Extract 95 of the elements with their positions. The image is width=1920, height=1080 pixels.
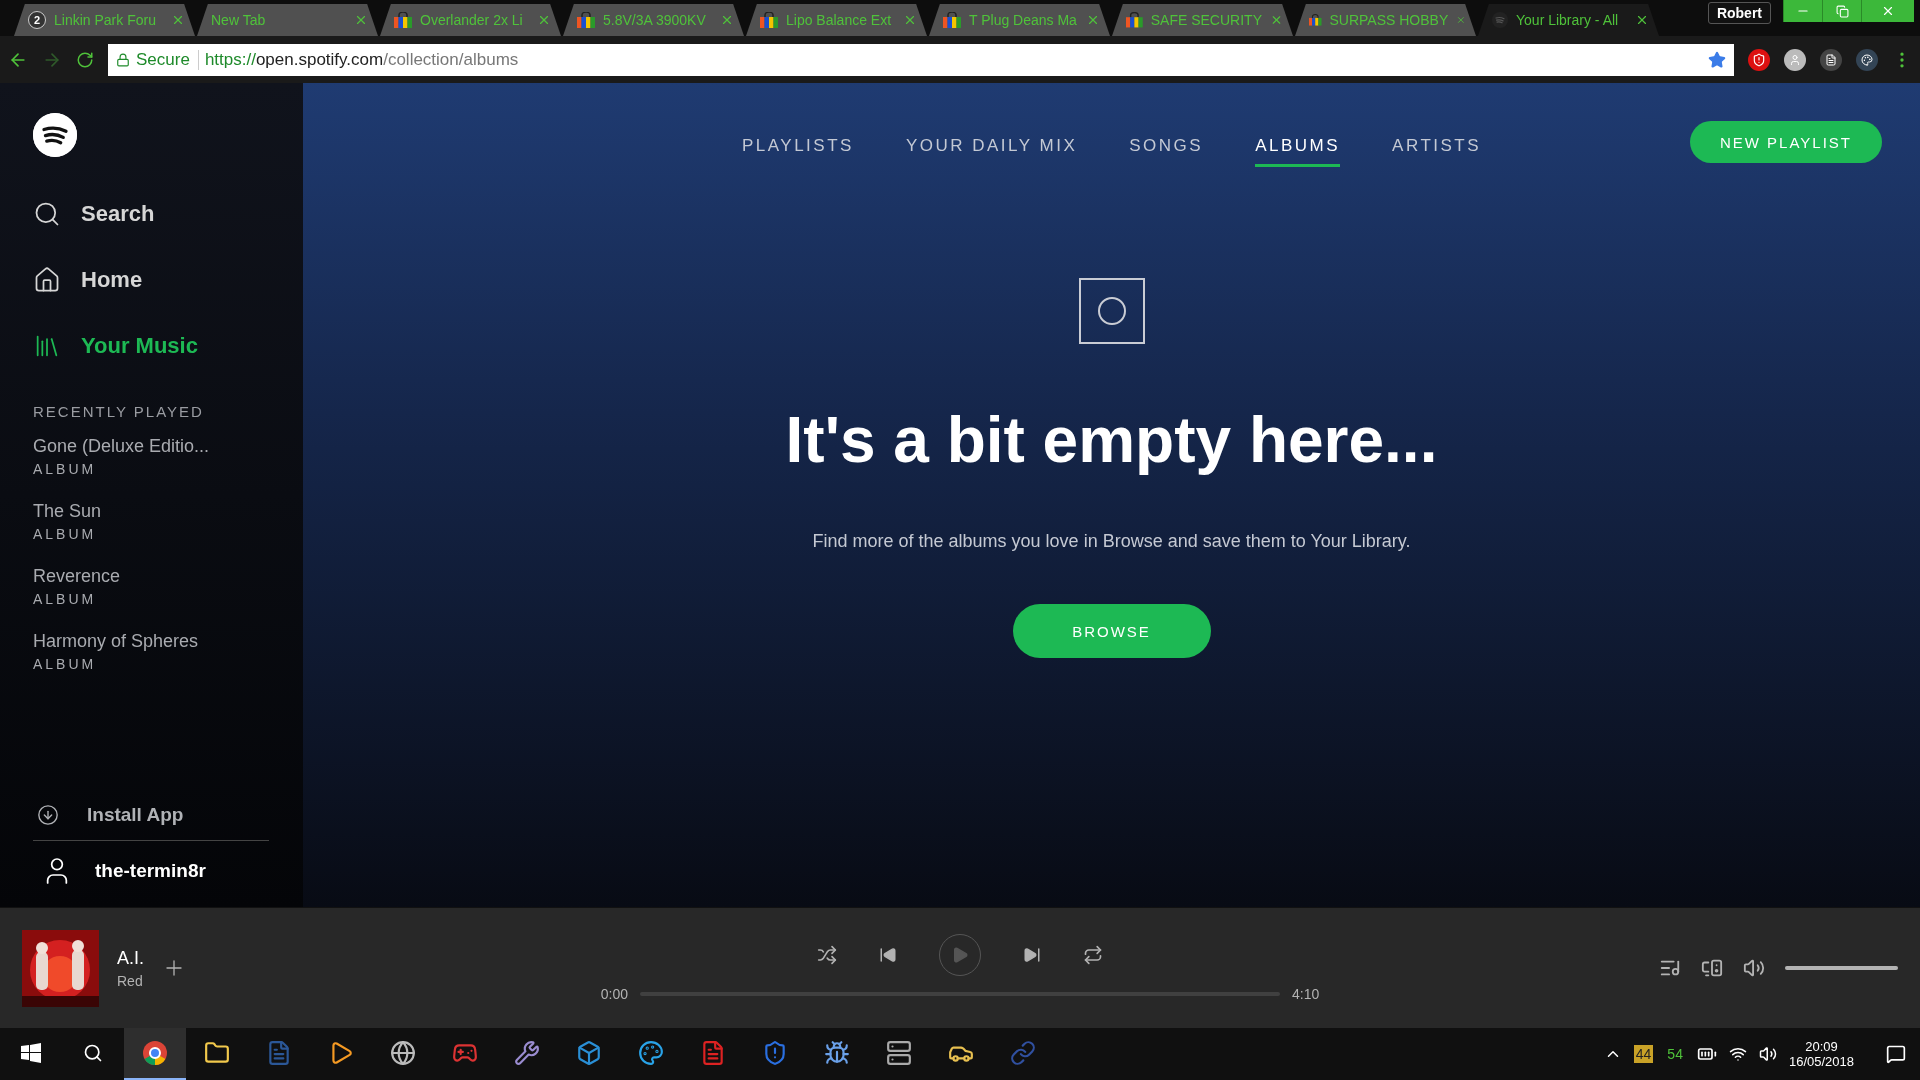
restore-button[interactable] [1822, 0, 1861, 22]
globe-icon [390, 1040, 416, 1066]
library-tab[interactable]: PLAYLISTS [741, 136, 854, 167]
box-icon [576, 1040, 602, 1066]
close-icon[interactable] [537, 13, 551, 27]
shopping-bag-icon [394, 12, 412, 28]
browser-tab[interactable]: T Plug Deans Ma [929, 4, 1110, 36]
browser-tab[interactable]: Lipo Balance Ext [746, 4, 927, 36]
sidebar-item[interactable]: Search [33, 181, 269, 247]
empty-state-text: Find more of the albums you love in Browse and save them to Your Library. [812, 531, 1411, 552]
spotify-logo-icon [1492, 12, 1508, 28]
sidebar-item[interactable]: Home [33, 247, 269, 313]
windows-logo-icon [21, 1043, 41, 1063]
lock-icon [116, 52, 130, 67]
shopping-bag-icon [943, 12, 961, 28]
spotify-logo[interactable] [33, 113, 77, 157]
tray-reading[interactable]: 54 [1665, 1045, 1685, 1063]
tray-reading[interactable]: 44 [1633, 1045, 1654, 1063]
user-profile-link[interactable]: the-termin8r [33, 841, 269, 887]
album-title[interactable]: The Sun [33, 501, 269, 522]
install-app-link[interactable]: Install App [33, 804, 269, 841]
play-icon [951, 946, 969, 964]
library-tab[interactable]: ALBUMS [1255, 136, 1341, 167]
tab-badge: 2 [28, 11, 46, 29]
volume-slider[interactable] [1785, 966, 1898, 970]
previous-icon[interactable] [879, 946, 897, 964]
speaker-icon[interactable] [1758, 1045, 1777, 1063]
browser-tab[interactable]: 5.8V/3A 3900KV [563, 4, 744, 36]
track-title[interactable]: A.I. [117, 947, 144, 969]
shuffle-icon[interactable] [817, 945, 837, 965]
item-type: ALBUM [33, 656, 98, 672]
next-icon[interactable] [1023, 946, 1041, 964]
album-icon [1078, 278, 1145, 344]
library-tab[interactable]: ARTISTS [1392, 136, 1482, 167]
bookmark-star-icon[interactable] [1708, 50, 1726, 69]
secure-label: Secure [136, 49, 199, 70]
download-icon [37, 804, 59, 826]
browser-tab[interactable]: 2 Linkin Park Foru [14, 4, 195, 36]
extension-button[interactable] [1820, 48, 1842, 71]
user-icon [1789, 53, 1801, 66]
extension-button[interactable] [1748, 48, 1770, 71]
browser-tab[interactable]: New Tab [197, 4, 378, 36]
close-icon[interactable] [171, 13, 185, 27]
shopping-bag-icon [1126, 12, 1143, 28]
close-icon[interactable] [720, 13, 734, 27]
taskbar-app[interactable] [124, 1028, 186, 1080]
restore-icon [1835, 4, 1849, 18]
browser-tab[interactable]: Your Library - All [1478, 4, 1659, 36]
profile-name[interactable]: Robert [1707, 2, 1771, 24]
shopping-bag-icon [1309, 12, 1322, 28]
close-icon[interactable] [354, 13, 368, 27]
sidebar-item[interactable]: Your Music [33, 313, 269, 379]
clock[interactable]: 20:09 16/05/2018 [1788, 1039, 1854, 1069]
home-icon [33, 266, 61, 294]
library-tab[interactable]: SONGS [1129, 136, 1204, 167]
search-icon [83, 1043, 103, 1063]
close-icon[interactable] [1086, 13, 1100, 27]
shield-icon [1752, 52, 1766, 67]
close-icon[interactable] [903, 13, 917, 27]
server-icon [886, 1040, 912, 1066]
extension-button[interactable] [1784, 48, 1806, 71]
close-icon[interactable] [1635, 13, 1649, 27]
wifi-icon[interactable] [1728, 1045, 1747, 1063]
close-icon [1881, 4, 1895, 18]
shopping-bag-icon [760, 12, 778, 28]
devices-icon[interactable] [1701, 957, 1723, 979]
item-type: ALBUM [33, 461, 98, 477]
browser-tab[interactable]: SURPASS HOBBY [1295, 4, 1476, 36]
reload-icon[interactable] [76, 50, 94, 69]
extension-button[interactable] [1856, 48, 1878, 71]
repeat-icon[interactable] [1083, 945, 1103, 965]
folder-icon [204, 1040, 230, 1066]
url-text: https://open.spotify.com/collection/albums [204, 49, 519, 70]
album-title[interactable]: Gone (Deluxe Editio... [33, 436, 269, 457]
empty-state-title: It's a bit empty here... [785, 403, 1438, 477]
palette-icon [1861, 53, 1873, 66]
elapsed-time: 0:00 [600, 986, 628, 1002]
link-icon [1010, 1040, 1036, 1066]
browser-tab[interactable]: Overlander 2x Li [380, 4, 561, 36]
shopping-bag-icon [577, 12, 595, 28]
browser-tab[interactable]: SAFE SECURITY [1112, 4, 1293, 36]
album-title[interactable]: Reverence [33, 566, 269, 587]
notifications-icon[interactable] [1886, 1044, 1906, 1064]
search-icon [33, 200, 61, 228]
duration-time: 4:10 [1292, 986, 1320, 1002]
browser-icon [142, 1040, 168, 1066]
library-tab[interactable]: YOUR DAILY MIX [905, 136, 1078, 167]
address-bar[interactable]: Secure https://open.spotify.com/collection/albums [108, 43, 1734, 76]
artist-name[interactable]: Red [117, 972, 144, 989]
section-heading: RECENTLY PLAYED [33, 403, 205, 420]
volume-icon[interactable] [1743, 957, 1765, 979]
item-type: ALBUM [33, 526, 98, 542]
album-title[interactable]: Harmony of Spheres [33, 631, 269, 652]
document-icon [1825, 53, 1837, 66]
item-type: ALBUM [33, 591, 98, 607]
